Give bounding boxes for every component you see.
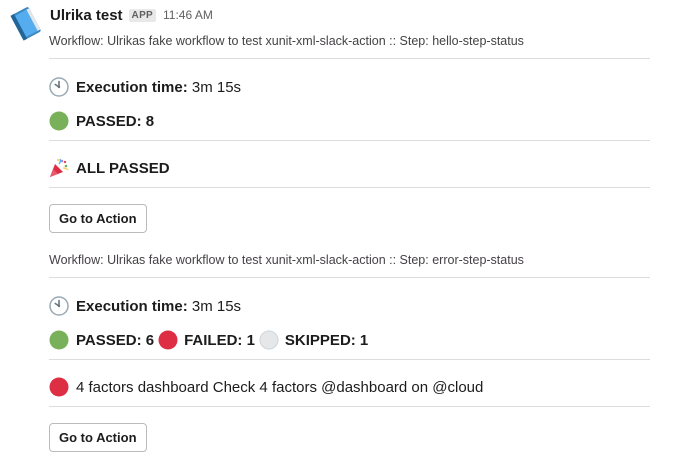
skipped-count: SKIPPED: 1: [284, 331, 369, 349]
green-circle-icon: [49, 330, 69, 350]
green-circle-icon: [49, 111, 69, 131]
go-to-action-button[interactable]: Go to Action: [49, 204, 147, 233]
go-to-action-button[interactable]: Go to Action: [49, 423, 147, 452]
blue-notebook-icon[interactable]: [7, 6, 43, 42]
execution-time-line: Execution time: 3m 15s: [49, 76, 241, 98]
execution-time-value: 3m 15s: [191, 297, 242, 315]
results-line: PASSED: 8: [49, 110, 154, 132]
sender-name[interactable]: Ulrika test: [50, 7, 123, 24]
workflow-context: Workflow: Ulrikas fake workflow to test …: [49, 253, 524, 267]
results-line: PASSED: 6 FAILED: 1 SKIPPED: 1: [49, 329, 368, 351]
summary-text: ALL PASSED: [76, 159, 170, 177]
passed-count: PASSED: 6: [76, 331, 155, 349]
execution-time-label: Execution time:: [76, 78, 188, 96]
clock-icon: [49, 296, 69, 316]
failure-text: 4 factors dashboard Check 4 factors @das…: [76, 378, 484, 396]
execution-time-value: 3m 15s: [191, 78, 242, 96]
party-popper-icon: [50, 158, 69, 177]
red-circle-icon: [49, 377, 69, 397]
failure-line: 4 factors dashboard Check 4 factors @das…: [49, 376, 483, 398]
divider: [49, 277, 650, 278]
slack-message: Ulrika test APP 11:46 AM Workflow: Ulrik…: [0, 0, 690, 460]
execution-time-line: Execution time: 3m 15s: [49, 295, 241, 317]
passed-count: PASSED: 8: [76, 112, 155, 130]
app-badge: APP: [128, 8, 157, 22]
message-header: Ulrika test APP 11:46 AM: [50, 5, 213, 25]
timestamp[interactable]: 11:46 AM: [163, 8, 213, 22]
divider: [49, 406, 650, 407]
divider: [49, 58, 650, 59]
divider: [49, 187, 650, 188]
white-circle-icon: [259, 330, 279, 350]
failed-count: FAILED: 1: [184, 331, 255, 349]
red-circle-icon: [158, 330, 178, 350]
clock-icon: [49, 77, 69, 97]
summary-line: ALL PASSED: [49, 157, 170, 179]
workflow-context: Workflow: Ulrikas fake workflow to test …: [49, 34, 524, 48]
divider: [49, 140, 650, 141]
execution-time-label: Execution time:: [76, 297, 188, 315]
divider: [49, 359, 650, 360]
